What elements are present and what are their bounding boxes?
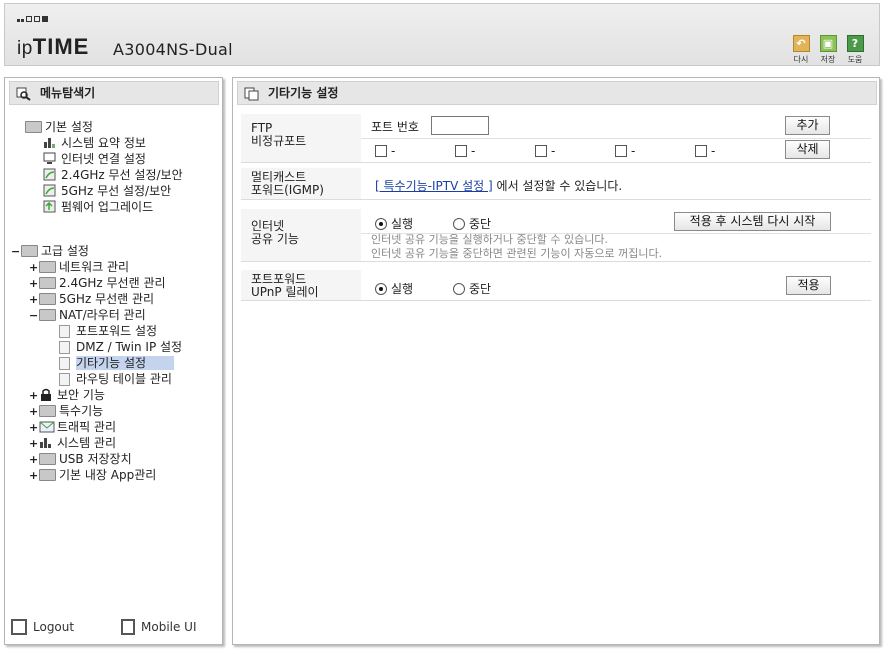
mobile-ui-button[interactable]: Mobile UI xyxy=(121,618,197,636)
page-icon xyxy=(59,357,70,370)
save-button[interactable]: ▣ 저장 xyxy=(817,35,839,65)
upnp-off-radio[interactable]: 중단 xyxy=(453,280,491,297)
page-icon xyxy=(59,341,70,354)
tree-basic-settings[interactable]: 기본 설정 xyxy=(25,120,93,135)
checkbox[interactable] xyxy=(535,145,547,157)
sidebar-item-system-summary[interactable]: 시스템 요약 정보 xyxy=(43,136,146,151)
page-icon xyxy=(59,325,70,338)
sidebar-item-port-forward[interactable]: 포트포워드 설정 xyxy=(59,324,157,339)
brand-logo: ipTIME xyxy=(17,34,90,59)
sidebar-item-app[interactable]: + 기본 내장 App관리 xyxy=(29,468,156,483)
port-number-input[interactable] xyxy=(431,116,489,135)
chart-icon xyxy=(43,136,58,149)
sidebar-item-traffic[interactable]: + 트래픽 관리 xyxy=(29,420,116,435)
monitor-icon xyxy=(43,152,58,165)
apply-button[interactable]: 적용 xyxy=(786,276,831,295)
page-title: 기타기능 설정 xyxy=(237,81,877,105)
wifi-icon xyxy=(43,184,58,197)
help-button[interactable]: ? 도움 xyxy=(844,35,866,65)
delete-button[interactable]: 삭제 xyxy=(785,140,830,159)
folder-icon xyxy=(21,245,38,257)
checkbox[interactable] xyxy=(455,145,467,157)
sidebar-item-special[interactable]: + 특수기능 xyxy=(29,404,103,419)
radio-selected-icon xyxy=(375,218,387,230)
folder-icon xyxy=(39,261,56,273)
add-button[interactable]: 추가 xyxy=(785,116,830,135)
sidebar-item-nat-router[interactable]: − NAT/라우터 관리 xyxy=(29,308,146,323)
sidebar-item-security[interactable]: + 보안 기능 xyxy=(29,388,105,403)
wifi-icon xyxy=(43,168,58,181)
model-name: A3004NS-Dual xyxy=(113,40,233,59)
sharing-on-radio[interactable]: 실행 xyxy=(375,215,413,232)
ftp-slot-3[interactable]: - xyxy=(535,144,555,158)
upnp-on-radio[interactable]: 실행 xyxy=(375,280,413,297)
ftp-row: FTP 비정규포트 포트 번호 추가 - - - - - 삭제 xyxy=(241,114,871,163)
chart-icon xyxy=(39,436,54,449)
upgrade-icon xyxy=(43,200,58,213)
folder-icon xyxy=(39,405,56,417)
sidebar-item-routing-table[interactable]: 라우팅 테이블 관리 xyxy=(59,372,172,387)
ftp-slot-2[interactable]: - xyxy=(455,144,475,158)
sidebar-item-5ghz-wireless[interactable]: 5GHz 무선 설정/보안 xyxy=(43,184,171,199)
lock-icon xyxy=(39,388,54,401)
sidebar-footer: Logout Mobile UI xyxy=(9,618,219,638)
menu-explorer-panel: 메뉴탐색기 기본 설정 시스템 요약 정보 인터넷 연결 설정 2.4GHz 무… xyxy=(4,77,223,645)
mobile-icon xyxy=(121,619,135,635)
menu-explorer-title: 메뉴탐색기 xyxy=(9,81,219,105)
sidebar-item-firmware-upgrade[interactable]: 펌웨어 업그레이드 xyxy=(43,200,153,215)
sidebar-item-dmz-twinip[interactable]: DMZ / Twin IP 설정 xyxy=(59,340,182,355)
upnp-relay-label: 포트포워드 UPnP 릴레이 xyxy=(251,272,319,299)
folder-icon xyxy=(39,293,56,305)
ftp-slot-1[interactable]: - xyxy=(375,144,395,158)
checkbox[interactable] xyxy=(375,145,387,157)
iptv-settings-link[interactable]: [ 특수기능-IPTV 설정 ] xyxy=(375,179,493,193)
logout-icon xyxy=(11,619,27,635)
radio-icon xyxy=(453,218,465,230)
ftp-slot-5[interactable]: - xyxy=(695,144,715,158)
help-icon: ? xyxy=(846,35,864,52)
sidebar-item-network[interactable]: + 네트워크 관리 xyxy=(29,260,129,275)
logout-button[interactable]: Logout xyxy=(11,618,74,636)
tree-advanced-settings[interactable]: − 고급 설정 xyxy=(11,244,89,259)
radio-icon xyxy=(453,283,465,295)
ftp-slot-4[interactable]: - xyxy=(615,144,635,158)
sidebar-item-system[interactable]: + 시스템 관리 xyxy=(29,436,116,451)
undo-button[interactable]: ↶ 다시 xyxy=(790,35,812,65)
multicast-label: 멀티캐스트 포워드(IGMP) xyxy=(251,170,324,197)
brand-dots-icon xyxy=(17,16,48,22)
checkbox[interactable] xyxy=(615,145,627,157)
header-bar: ipTIME A3004NS-Dual ↶ 다시 ▣ 저장 ? 도움 xyxy=(4,3,880,66)
undo-icon: ↶ xyxy=(792,35,810,52)
magnifier-icon xyxy=(16,86,32,108)
content-panel: 기타기능 설정 FTP 비정규포트 포트 번호 추가 - - - - - 삭제 멀… xyxy=(232,77,880,645)
checkbox[interactable] xyxy=(695,145,707,157)
folder-icon xyxy=(39,277,56,289)
folder-icon xyxy=(25,121,42,133)
ftp-label: FTP 비정규포트 xyxy=(251,121,307,148)
sidebar-item-usb[interactable]: + USB 저장장치 xyxy=(29,452,132,467)
mail-icon xyxy=(39,420,55,433)
sidebar-item-misc-settings[interactable]: 기타기능 설정 xyxy=(59,356,175,371)
internet-sharing-row: 인터넷 공유 기능 실행 중단 적용 후 시스템 다시 시작 인터넷 공유 기능을… xyxy=(241,209,871,262)
upnp-relay-row: 포트포워드 UPnP 릴레이 실행 중단 적용 xyxy=(241,270,871,301)
page-icon xyxy=(59,373,70,386)
apply-restart-button[interactable]: 적용 후 시스템 다시 시작 xyxy=(674,212,831,231)
sidebar-item-24ghz-lan[interactable]: +2.4GHz 무선랜 관리 xyxy=(29,276,166,291)
sharing-note-1: 인터넷 공유 기능을 실행하거나 중단할 수 있습니다. xyxy=(371,233,608,246)
multicast-note: 에서 설정할 수 있습니다. xyxy=(496,179,623,193)
folder-icon xyxy=(39,453,56,465)
folder-icon xyxy=(39,469,56,481)
sharing-off-radio[interactable]: 중단 xyxy=(453,215,491,232)
sharing-note-2: 인터넷 공유 기능을 중단하면 관련된 기능이 자동으로 꺼집니다. xyxy=(371,247,663,260)
sidebar-item-internet-connection[interactable]: 인터넷 연결 설정 xyxy=(43,152,146,167)
sidebar-item-24ghz-wireless[interactable]: 2.4GHz 무선 설정/보안 xyxy=(43,168,183,183)
port-number-label: 포트 번호 xyxy=(371,120,419,134)
radio-selected-icon xyxy=(375,283,387,295)
internet-sharing-label: 인터넷 공유 기능 xyxy=(251,219,299,246)
multicast-row: 멀티캐스트 포워드(IGMP) [ 특수기능-IPTV 설정 ] 에서 설정할 수… xyxy=(241,168,871,200)
save-icon: ▣ xyxy=(819,35,837,52)
sidebar-item-5ghz-lan[interactable]: +5GHz 무선랜 관리 xyxy=(29,292,154,307)
document-icon xyxy=(244,86,260,108)
folder-icon xyxy=(39,309,56,321)
